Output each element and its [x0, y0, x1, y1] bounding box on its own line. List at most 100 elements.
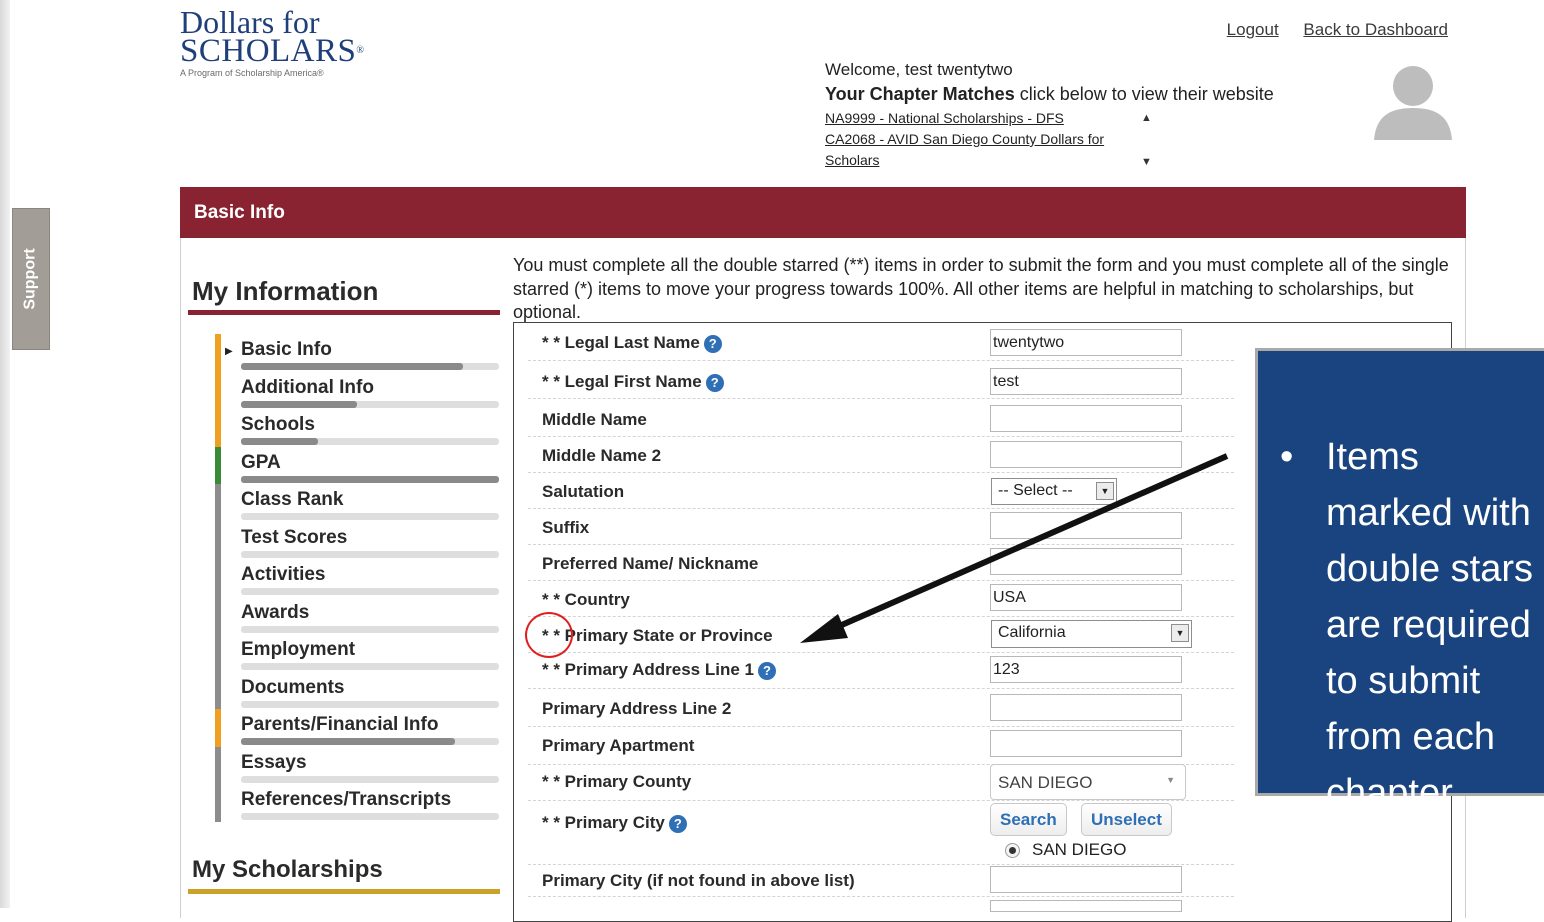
sidebar-item-label: Class Rank — [241, 489, 344, 510]
help-icon[interactable]: ? — [703, 334, 722, 353]
back-to-dashboard-link[interactable]: Back to Dashboard — [1303, 20, 1448, 39]
primary-county-label: * * Primary County — [542, 772, 692, 791]
sidebar-item[interactable]: GPA — [215, 446, 505, 484]
sidebar-item-label: Employment — [241, 639, 356, 660]
sidebar-item-label: Schools — [241, 414, 315, 435]
my-scholarships-title[interactable]: My Scholarships — [192, 856, 383, 884]
progress-bar — [241, 475, 499, 483]
form-instructions: You must complete all the double starred… — [513, 255, 1449, 322]
support-label: Support — [22, 248, 40, 310]
zip-input-partial[interactable] — [990, 900, 1182, 912]
radio-selected-icon[interactable] — [1005, 842, 1020, 858]
scroll-up-icon[interactable]: ▲ — [1141, 112, 1152, 124]
city-unselect-button[interactable]: Unselect — [1081, 803, 1172, 836]
status-stripe — [215, 784, 221, 822]
annotation-callout: • Items marked with double stars are req… — [1255, 348, 1544, 814]
sidebar-item-label: Parents/Financial Info — [241, 714, 439, 735]
apartment-label: Primary Apartment — [542, 736, 695, 755]
progress-fill — [241, 475, 499, 483]
scroll-down-icon[interactable]: ▼ — [1141, 156, 1152, 168]
status-stripe — [215, 709, 221, 747]
sidebar-item-label: Test Scores — [241, 526, 348, 548]
chapter-match-link[interactable]: CA2068 - AVID San Diego County Dollars f… — [825, 129, 1131, 171]
support-tab[interactable]: Support — [12, 208, 50, 350]
help-icon[interactable]: ? — [757, 661, 776, 680]
address-line-1-label: * * Primary Address Line 1 — [542, 660, 754, 679]
status-stripe — [215, 596, 221, 634]
city-search-button[interactable]: Search — [990, 803, 1067, 836]
sidebar-item[interactable]: Documents — [215, 671, 505, 709]
progress-bar — [241, 625, 499, 633]
progress-bar — [241, 700, 499, 708]
status-stripe — [215, 484, 221, 522]
sidebar-item[interactable]: Employment — [215, 634, 505, 672]
sidebar-item[interactable]: Parents/Financial Info — [215, 709, 505, 747]
help-icon[interactable]: ? — [705, 373, 724, 392]
progress-fill — [241, 438, 319, 445]
city-option-label: SAN DIEGO — [1032, 840, 1127, 859]
progress-bar — [241, 738, 499, 745]
address-line-2-input[interactable] — [990, 694, 1182, 721]
sidebar-item[interactable]: Essays — [215, 746, 505, 784]
status-stripe — [215, 634, 221, 672]
address-line-1-input[interactable] — [990, 656, 1182, 683]
legal-last-name-input[interactable] — [990, 329, 1182, 356]
sidebar-item[interactable]: Activities — [215, 559, 505, 597]
sidebar-item[interactable]: References/Transcripts — [215, 784, 505, 822]
legal-first-name-input[interactable] — [990, 368, 1182, 395]
sidebar-item-label: Basic Info — [241, 339, 332, 360]
city-other-input[interactable] — [990, 866, 1182, 893]
section-banner: Basic Info — [180, 187, 1466, 238]
sidebar-item[interactable]: Class Rank — [215, 484, 505, 522]
progress-bar — [241, 513, 499, 520]
status-stripe — [215, 334, 221, 372]
active-arrow-icon: ▶ — [225, 346, 233, 357]
top-links: Logout Back to Dashboard — [1207, 20, 1448, 40]
dollars-for-scholars-logo[interactable]: Dollars for SCHOLARS® A Program of Schol… — [180, 4, 365, 78]
left-edge — [0, 0, 10, 908]
city-other-label: Primary City (if not found in above list… — [542, 871, 855, 890]
annotation-arrow-icon — [800, 453, 1229, 643]
avatar-icon — [1374, 66, 1452, 140]
city-option[interactable]: SAN DIEGO — [1005, 840, 1126, 860]
middle-name-label: Middle Name — [542, 410, 647, 429]
sidebar-item-label: Additional Info — [241, 376, 374, 398]
middle-name-2-label: Middle Name 2 — [542, 446, 662, 465]
status-stripe — [215, 409, 221, 447]
legal-last-name-label: * * Legal Last Name — [542, 333, 700, 352]
sidebar-item-label: References/Transcripts — [241, 789, 452, 810]
title2-underline — [188, 889, 500, 894]
sidebar-item[interactable]: Additional Info — [215, 371, 505, 409]
bullet-icon: • — [1280, 436, 1294, 478]
primary-county-select[interactable]: SAN DIEGO ▼ — [990, 764, 1186, 800]
sidebar-item-label: Awards — [241, 601, 310, 623]
status-stripe — [215, 671, 221, 709]
chevron-down-icon: ▼ — [1166, 775, 1175, 785]
middle-name-input[interactable] — [990, 405, 1182, 432]
status-stripe — [215, 521, 221, 559]
welcome-text: Welcome, test twentytwo — [825, 60, 1013, 79]
chapter-match-link[interactable]: NA9999 - National Scholarships - DFS — [825, 108, 1131, 129]
help-icon[interactable]: ? — [668, 814, 687, 833]
highlight-circle — [525, 612, 573, 658]
logo-line2: SCHOLARS — [180, 33, 357, 69]
progress-bar — [241, 363, 499, 370]
status-stripe — [215, 446, 221, 484]
sidebar-item[interactable]: Test Scores — [215, 521, 505, 559]
status-stripe — [215, 559, 221, 597]
sidebar-item[interactable]: ▶ Basic Info — [215, 334, 505, 372]
chapter-list-scrollbar[interactable]: ▲ ▼ — [1137, 108, 1157, 172]
chapter-matches-list: NA9999 - National Scholarships - DFS CA2… — [825, 108, 1131, 171]
title-underline — [188, 310, 500, 315]
progress-bar — [241, 588, 499, 595]
apartment-input[interactable] — [990, 730, 1182, 757]
logo-line1: Dollars for — [180, 4, 320, 40]
salutation-label: Salutation — [542, 482, 625, 501]
sidebar-item[interactable]: Schools — [215, 409, 505, 447]
primary-state-label: * * Primary State or Province — [542, 626, 773, 645]
status-stripe — [215, 371, 221, 409]
sidebar-item[interactable]: Awards — [215, 596, 505, 634]
logout-link[interactable]: Logout — [1227, 20, 1279, 39]
progress-fill — [241, 738, 456, 745]
chapter-matches-heading: Your Chapter Matches click below to view… — [825, 84, 1274, 104]
